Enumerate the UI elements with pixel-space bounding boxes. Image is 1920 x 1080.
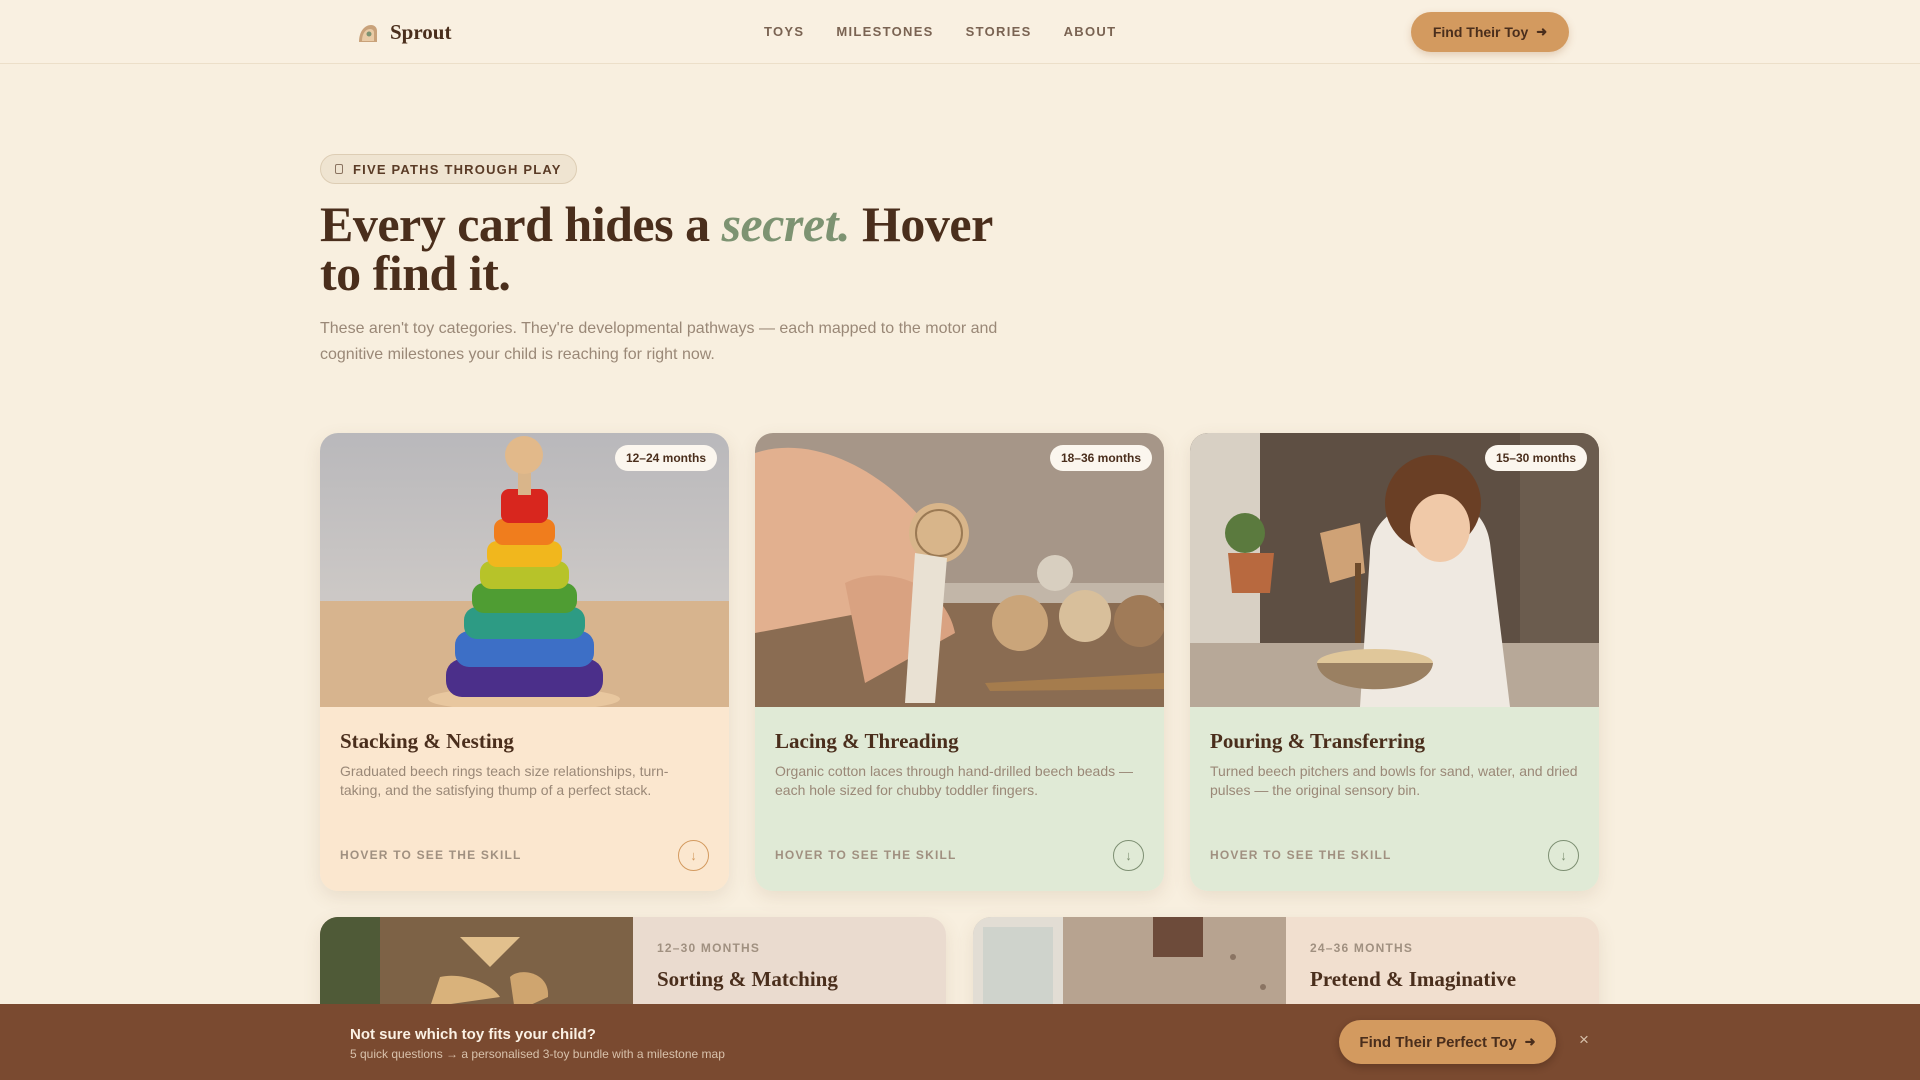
title-before: Every card hides a (320, 196, 722, 252)
promo-subtitle: 5 quick questions → a personalised 3-toy… (350, 1047, 725, 1061)
card-body: Stacking & Nesting Graduated beech rings… (320, 707, 729, 891)
card-body: Lacing & Threading Organic cotton laces … (755, 707, 1164, 891)
card-footer: HOVER TO SEE THE SKILL ↓ (775, 839, 1144, 871)
card-body: Pouring & Transferring Turned beech pitc… (1190, 707, 1599, 891)
hover-hint: HOVER TO SEE THE SKILL (340, 848, 522, 862)
card-title: Stacking & Nesting (340, 729, 514, 753)
arrow-right-icon: ➜ (1524, 1034, 1536, 1049)
nav-stories[interactable]: STORIES (966, 24, 1032, 39)
card-footer: HOVER TO SEE THE SKILL ↓ (1210, 839, 1579, 871)
page-subtitle: These aren't toy categories. They're dev… (320, 320, 998, 363)
pill-label: FIVE PATHS THROUGH PLAY (353, 161, 562, 177)
card-title: Pouring & Transferring (1210, 729, 1426, 753)
card-title: Lacing & Threading (775, 729, 959, 753)
card-lacing-threading[interactable]: 18–36 months Lacing & Threading Organic … (755, 433, 1164, 891)
find-perfect-toy-button[interactable]: Find Their Perfect Toy ➜ (1339, 1020, 1556, 1064)
hover-hint: HOVER TO SEE THE SKILL (1210, 848, 1392, 862)
find-toy-label: Find Their Toy (1432, 24, 1529, 40)
brand-name: Sprout (390, 20, 452, 44)
nav-milestones[interactable]: MILESTONES (836, 24, 933, 39)
card-stacking-nesting[interactable]: 12–24 months Stacking & Nesting Graduate… (320, 433, 729, 891)
card-title: Sorting & Matching (657, 967, 838, 991)
card-description: Turned beech pitchers and bowls for sand… (1210, 763, 1578, 798)
age-label: 24–36 MONTHS (1310, 941, 1414, 955)
section-pill: FIVE PATHS THROUGH PLAY (320, 154, 577, 184)
card-title: Pretend & Imaginative (1310, 967, 1517, 991)
hover-hint: HOVER TO SEE THE SKILL (775, 848, 957, 862)
brand-logo[interactable]: Sprout (356, 20, 451, 45)
title-emphasis: secret. (721, 196, 851, 252)
card-description: Graduated beech rings teach size relatio… (340, 763, 669, 798)
age-badge: 12–24 months (614, 445, 717, 471)
card-footer: HOVER TO SEE THE SKILL ↓ (340, 839, 709, 871)
card-pouring-transferring[interactable]: 15–30 months Pouring & Transferring Turn… (1190, 433, 1599, 891)
age-label: 12–30 MONTHS (657, 941, 761, 955)
arrow-right-icon: ➜ (1536, 24, 1548, 39)
promo-text: Not sure which toy fits your child? 5 qu… (350, 1026, 725, 1061)
promo-title: Not sure which toy fits your child? (350, 1026, 596, 1043)
main-nav: TOYS MILESTONES STORIES ABOUT (764, 24, 1148, 39)
find-perfect-toy-label: Find Their Perfect Toy (1359, 1033, 1517, 1051)
age-badge: 18–36 months (1049, 445, 1152, 471)
sprout-logo-icon (359, 24, 377, 42)
nav-toys[interactable]: TOYS (764, 24, 804, 39)
card-description: Organic cotton laces through hand-drille… (775, 763, 1133, 798)
arrow-down-circle-icon[interactable]: ↓ (1113, 839, 1144, 871)
arrow-down-circle-icon[interactable]: ↓ (678, 839, 709, 871)
age-badge: 15–30 months (1484, 445, 1587, 471)
card-image: 15–30 months (1190, 433, 1599, 707)
quiz-promo-bar: Not sure which toy fits your child? 5 qu… (0, 1004, 1920, 1080)
card-image: 12–24 months (320, 433, 729, 707)
site-header: Sprout TOYS MILESTONES STORIES ABOUT Fin… (0, 0, 1920, 64)
arrow-down-circle-icon[interactable]: ↓ (1548, 839, 1579, 871)
close-icon[interactable]: × (1576, 1030, 1592, 1050)
tag-icon (335, 164, 343, 174)
find-toy-button[interactable]: Find Their Toy ➜ (1411, 12, 1569, 52)
nav-about[interactable]: ABOUT (1064, 24, 1117, 39)
card-image: 18–36 months (755, 433, 1164, 707)
page-title: Every card hides a secret. Hover to find… (320, 199, 1000, 298)
